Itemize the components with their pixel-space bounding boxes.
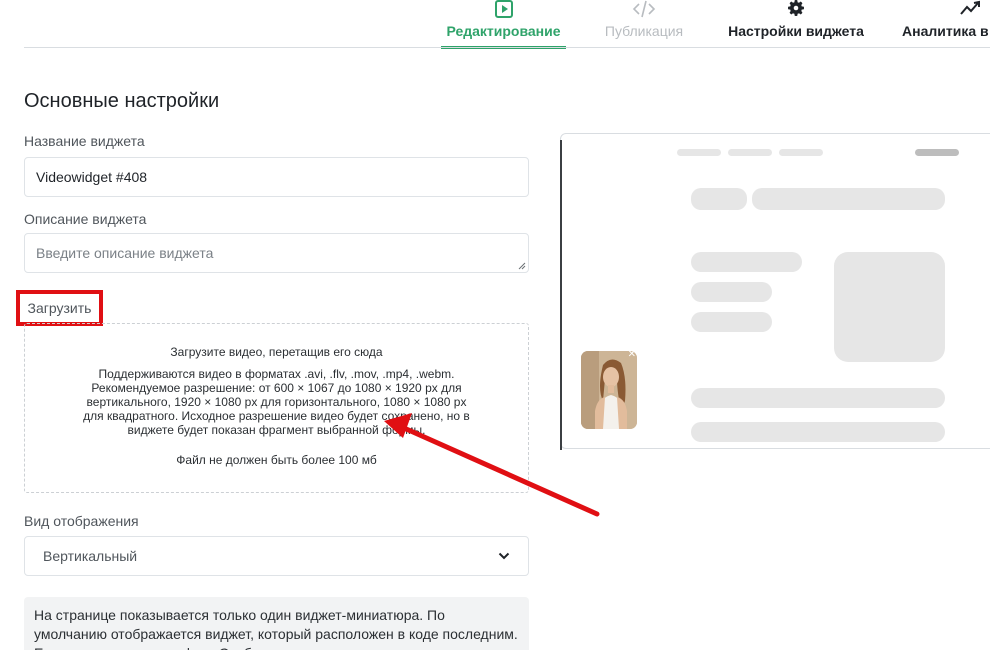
tab-label: Публикация (604, 23, 684, 39)
widget-preview: ✕ (560, 133, 990, 450)
skeleton-image (834, 252, 945, 362)
skeleton-heading (752, 188, 945, 210)
display-mode-select[interactable]: Вертикальный (24, 536, 529, 576)
skeleton-line (691, 312, 772, 332)
display-mode-label: Вид отображения (24, 513, 139, 529)
video-dropzone[interactable]: Загрузите видео, перетащив его сюда Подд… (24, 323, 529, 493)
close-icon[interactable]: ✕ (628, 351, 636, 360)
chart-line-icon (960, 0, 980, 15)
skeleton-heading (691, 188, 747, 210)
tab-label: Настройки виджета (728, 23, 864, 39)
tab-widget-settings[interactable]: Настройки виджета (722, 0, 870, 48)
skeleton-nav-button (915, 149, 959, 156)
tabs-divider (24, 47, 990, 48)
upload-label-highlight: Загрузить (16, 290, 103, 326)
tab-editing[interactable]: Редактирование (441, 0, 566, 49)
video-thumbnail-image (581, 351, 637, 429)
tab-label: Аналитика в (902, 23, 989, 39)
skeleton-nav-item (779, 149, 823, 156)
skeleton-line (691, 388, 945, 408)
widget-name-input[interactable]: Videowidget #408 (24, 157, 529, 197)
skeleton-line (691, 252, 802, 272)
tab-publication[interactable]: Публикация (598, 0, 690, 48)
tab-label: Редактирование (446, 23, 561, 39)
widget-description-label: Описание виджета (24, 211, 147, 227)
section-title: Основные настройки (24, 90, 220, 112)
widget-name-label: Название виджета (24, 133, 145, 149)
dropzone-size-limit: Файл не должен быть более 100 мб (176, 453, 377, 467)
dropzone-title: Загрузите видео, перетащив его сюда (170, 345, 383, 359)
widget-description-textarea[interactable]: Введите описание виджета (24, 233, 529, 273)
skeleton-line (691, 282, 772, 302)
skeleton-nav-item (677, 149, 721, 156)
play-icon (494, 0, 513, 18)
gear-icon (788, 0, 804, 16)
info-note: На странице показывается только один вид… (24, 597, 529, 650)
display-mode-value: Вертикальный (43, 548, 138, 564)
skeleton-line (691, 422, 945, 442)
chevron-down-icon (498, 552, 510, 560)
widget-name-value: Videowidget #408 (36, 169, 148, 185)
code-icon (632, 0, 656, 18)
tab-analytics[interactable]: Аналитика в (902, 0, 990, 48)
video-widget-thumbnail[interactable]: ✕ (581, 351, 637, 429)
skeleton-nav-item (728, 149, 772, 156)
widget-description-placeholder: Введите описание виджета (36, 245, 214, 261)
resize-grip-icon[interactable] (518, 262, 526, 270)
upload-label: Загрузить (27, 300, 92, 316)
dropzone-requirements: Поддерживаются видео в форматах .avi, .f… (83, 367, 470, 437)
